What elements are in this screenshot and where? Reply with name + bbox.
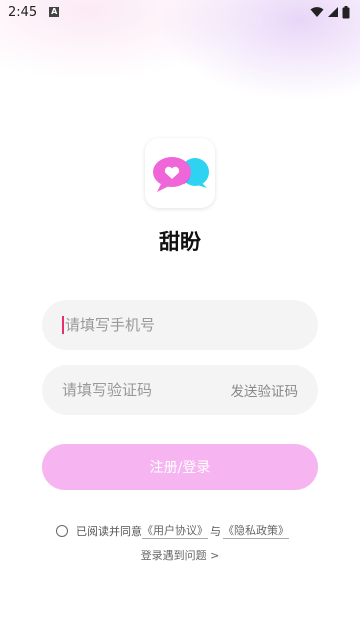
privacy-policy-link[interactable]: 《隐私政策》	[223, 522, 289, 539]
status-time: 2:45	[8, 4, 38, 20]
agree-checkbox[interactable]	[56, 524, 68, 537]
code-field[interactable]: 发送验证码	[42, 365, 318, 415]
signal-icon	[328, 7, 338, 17]
user-agreement-link[interactable]: 《用户协议》	[142, 522, 208, 539]
login-help-link[interactable]: 登录遇到问题 >	[0, 547, 360, 563]
wifi-icon	[310, 7, 324, 17]
status-bar: 2:45 A	[0, 0, 360, 24]
agreement-row: 已阅读并同意 《用户协议》 与 《隐私政策》	[56, 522, 289, 539]
code-input[interactable]	[62, 381, 231, 399]
send-code-button[interactable]: 发送验证码	[231, 380, 299, 400]
status-icons	[310, 5, 350, 19]
agreement-and: 与	[210, 524, 221, 538]
app-logo	[145, 138, 215, 208]
battery-icon	[342, 5, 350, 18]
phone-input[interactable]	[65, 316, 298, 334]
agreement-prefix: 已阅读并同意	[76, 524, 142, 538]
text-cursor	[62, 316, 64, 334]
phone-field[interactable]	[42, 300, 318, 350]
register-login-button[interactable]: 注册/登录	[42, 444, 318, 490]
chat-bubble-heart-icon	[153, 157, 209, 192]
app-name: 甜盼	[159, 230, 201, 254]
notification-icon: A	[49, 7, 60, 17]
